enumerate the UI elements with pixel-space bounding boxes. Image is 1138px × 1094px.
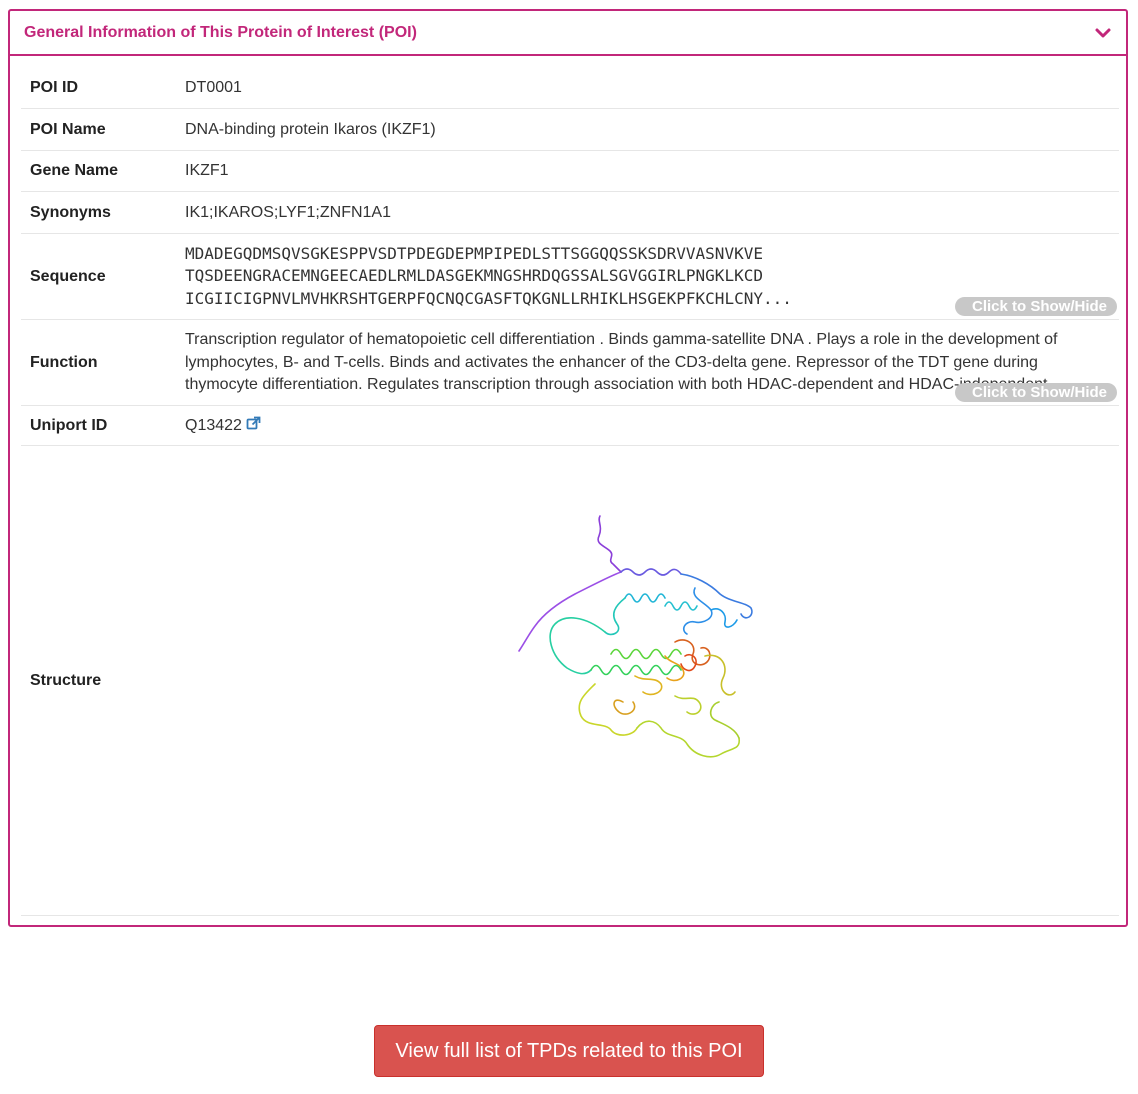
chevron-down-icon[interactable] <box>1094 24 1112 42</box>
sequence-line: MDADEGQDMSQVSGKESPPVSDTPDEGDEPMPIPEDLSTT… <box>185 243 763 263</box>
panel-title: General Information of This Protein of I… <box>24 23 417 41</box>
poi-name-value: DNA-binding protein Ikaros (IKZF1) <box>185 120 436 138</box>
table-row-gene-name: Gene Name IKZF1 <box>21 151 1119 192</box>
row-label: Uniport ID <box>30 416 108 434</box>
uniprot-id: Q13422 <box>185 416 242 434</box>
protein-structure-image[interactable] <box>515 506 765 766</box>
gene-name-value: IKZF1 <box>185 162 229 179</box>
table-row-structure: Structure <box>21 446 1119 916</box>
table-row-uniprot: Uniport ID Q13422 <box>21 406 1119 446</box>
info-table: POI ID DT0001 POI Name DNA-binding prote… <box>21 67 1119 916</box>
synonyms-value: IK1;IKAROS;LYF1;ZNFN1A1 <box>185 203 391 221</box>
view-full-tpd-list-button[interactable]: View full list of TPDs related to this P… <box>374 1025 764 1077</box>
poi-info-panel: General Information of This Protein of I… <box>8 9 1128 927</box>
row-label: POI ID <box>30 78 79 96</box>
row-label: Synonyms <box>30 203 111 221</box>
structure-viewer[interactable] <box>185 446 1119 915</box>
row-label: Gene Name <box>30 162 119 179</box>
row-label: Structure <box>30 671 102 689</box>
row-label: Sequence <box>30 267 106 285</box>
table-row-poi-name: POI Name DNA-binding protein Ikaros (IKZ… <box>21 109 1119 151</box>
function-toggle-button[interactable]: Click to Show/Hide <box>954 383 1117 402</box>
table-row-synonyms: Synonyms IK1;IKAROS;LYF1;ZNFN1A1 <box>21 192 1119 234</box>
row-label: Function <box>30 353 98 371</box>
row-label: POI Name <box>30 120 106 138</box>
sequence-line: TQSDEENGRACEMNGEECAEDLRMLDASGEKMNGSHRDQG… <box>185 266 763 286</box>
table-row-poi-id: POI ID DT0001 <box>21 67 1119 109</box>
poi-id-value: DT0001 <box>185 78 242 96</box>
table-row-function: Function Transcription regulator of hema… <box>21 320 1119 406</box>
external-link-icon[interactable] <box>246 416 261 436</box>
table-row-sequence: Sequence MDADEGQDMSQVSGKESPPVSDTPDEGDEPM… <box>21 234 1119 320</box>
uniprot-value: Q13422 <box>185 416 1119 436</box>
sequence-toggle-button[interactable]: Click to Show/Hide <box>954 297 1117 316</box>
panel-header[interactable]: General Information of This Protein of I… <box>10 11 1126 56</box>
